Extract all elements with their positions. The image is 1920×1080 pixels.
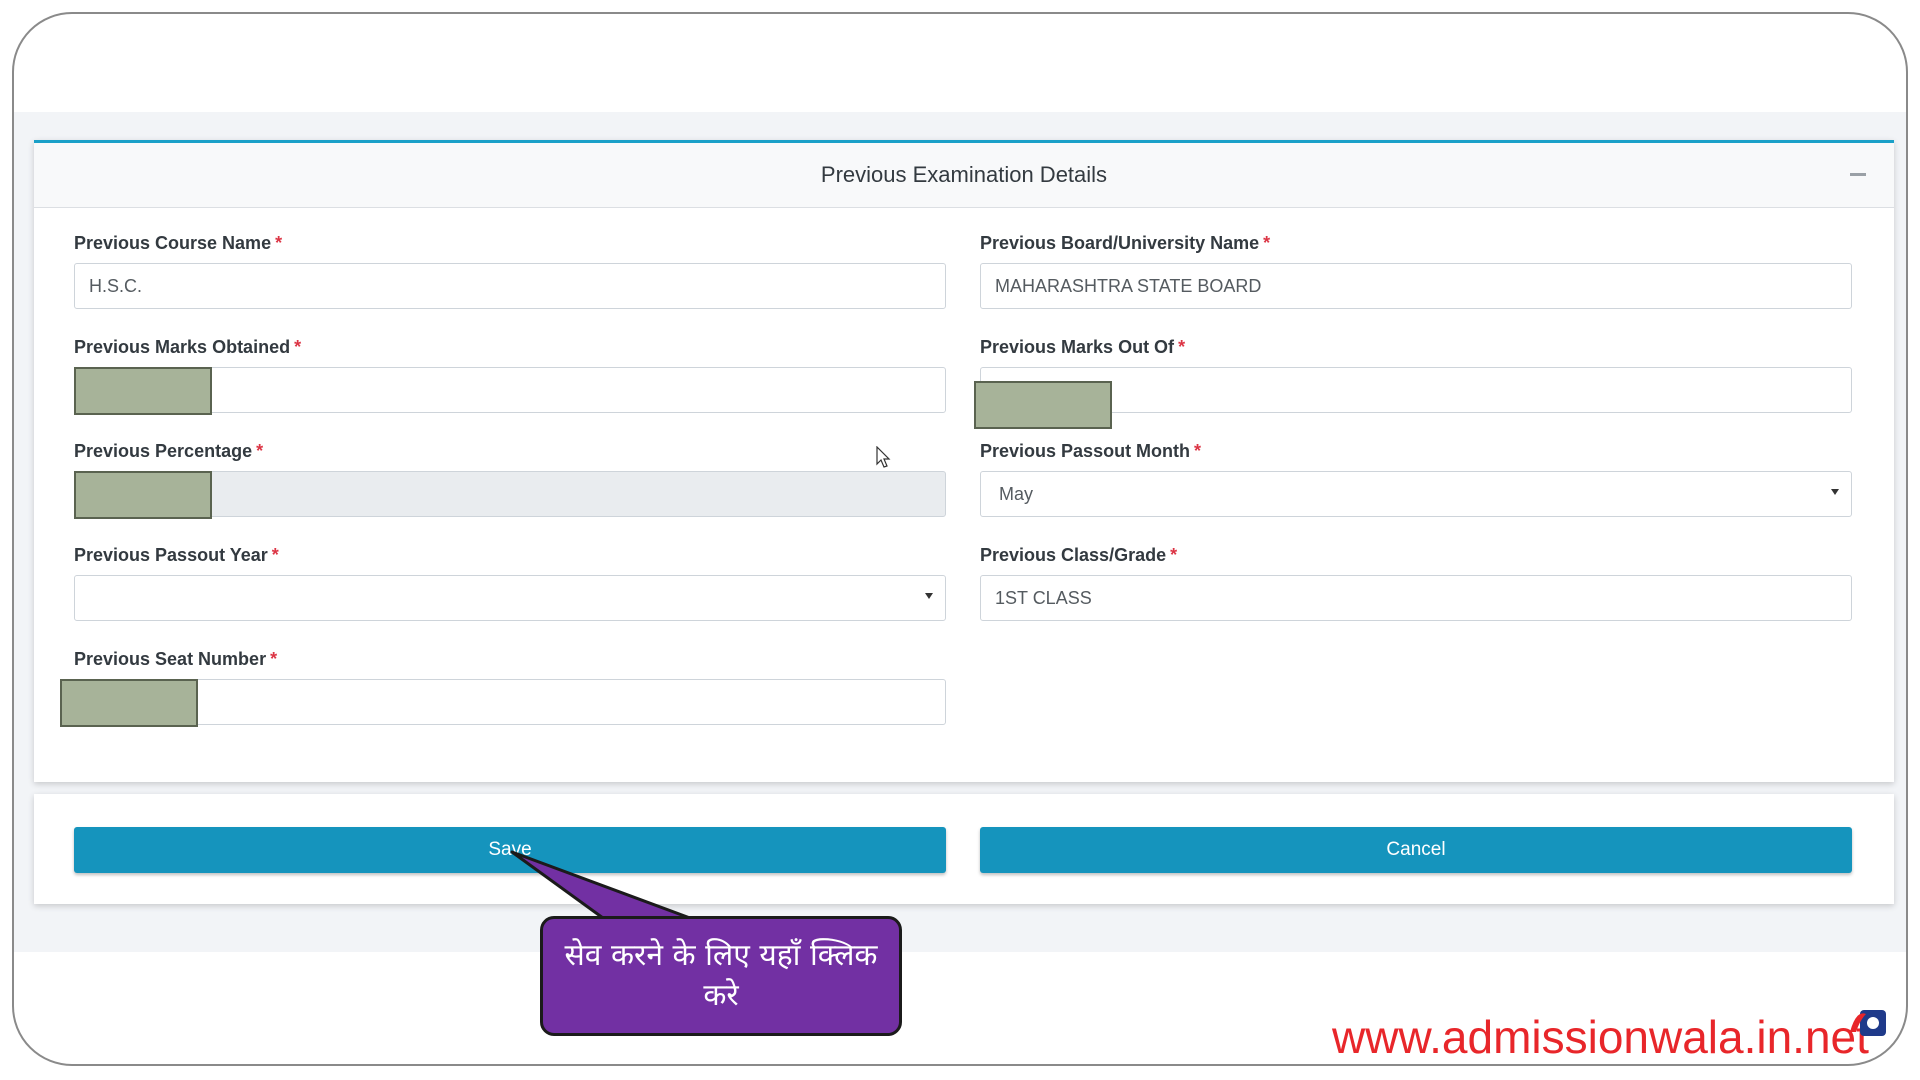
required-marker: * [1263,233,1271,253]
required-marker: * [256,441,264,461]
required-marker: * [1178,337,1186,357]
dropdown-arrow-icon [925,593,933,599]
action-card: Save Cancel [34,794,1894,904]
page-area: Previous Examination Details Previous Co… [14,112,1906,952]
seat-number-label: Previous Seat Number [74,649,267,669]
passout-month-value: May [999,484,1034,504]
required-marker: * [294,337,302,357]
marks-out-of-field: Previous Marks Out Of * [974,337,1852,429]
passout-month-field: Previous Passout Month * May [980,441,1852,517]
board-name-input[interactable]: MAHARASHTRA STATE BOARD [980,263,1852,309]
required-marker: * [271,545,279,565]
marks-out-of-label: Previous Marks Out Of [980,337,1175,357]
class-grade-input[interactable]: 1ST CLASS [980,575,1852,621]
required-marker: * [1194,441,1202,461]
slide-frame: Previous Examination Details Previous Co… [12,12,1908,1066]
required-marker: * [1170,545,1178,565]
percentage-label: Previous Percentage [74,441,253,461]
save-button[interactable]: Save [74,827,946,873]
redaction-box [60,679,198,727]
marks-obtained-label: Previous Marks Obtained [74,337,291,357]
callout-text: सेव करने के लिए यहाँ क्लिक करे [564,938,878,1013]
passout-year-select[interactable] [74,575,946,621]
percentage-field: Previous Percentage * [74,441,946,519]
redaction-box [74,367,212,415]
card-header: Previous Examination Details [34,143,1894,208]
required-marker: * [275,233,283,253]
mouse-cursor-icon [876,446,891,468]
passout-year-field: Previous Passout Year * [74,545,946,621]
class-grade-label: Previous Class/Grade [980,545,1167,565]
card-title: Previous Examination Details [820,162,1108,187]
seat-number-input[interactable] [74,679,946,725]
required-marker: * [270,649,278,669]
passout-month-select[interactable]: May [980,471,1852,517]
collapse-icon[interactable] [1850,173,1866,176]
exam-details-card: Previous Examination Details Previous Co… [34,140,1894,782]
board-name-label: Previous Board/University Name [980,233,1260,253]
callout-annotation: सेव करने के लिए यहाँ क्लिक करे [540,916,902,1036]
watermark-url: www.admissionwala.in.net [1332,1011,1869,1063]
board-name-field: Previous Board/University Name * MAHARASH… [980,233,1852,309]
class-grade-field: Previous Class/Grade * 1ST CLASS [980,545,1852,621]
marks-obtained-field: Previous Marks Obtained * [74,337,946,415]
dropdown-arrow-icon [1831,489,1839,495]
course-name-input[interactable]: H.S.C. [74,263,946,309]
redaction-box [974,381,1112,429]
cancel-button[interactable]: Cancel [980,827,1852,873]
passout-month-label: Previous Passout Month [980,441,1191,461]
passout-year-label: Previous Passout Year [74,545,268,565]
seat-number-field: Previous Seat Number * [60,649,946,727]
course-name-field: Previous Course Name * H.S.C. [74,233,946,309]
course-name-label: Previous Course Name [74,233,272,253]
brand-logo-icon [1850,1010,1886,1036]
redaction-box [74,471,212,519]
